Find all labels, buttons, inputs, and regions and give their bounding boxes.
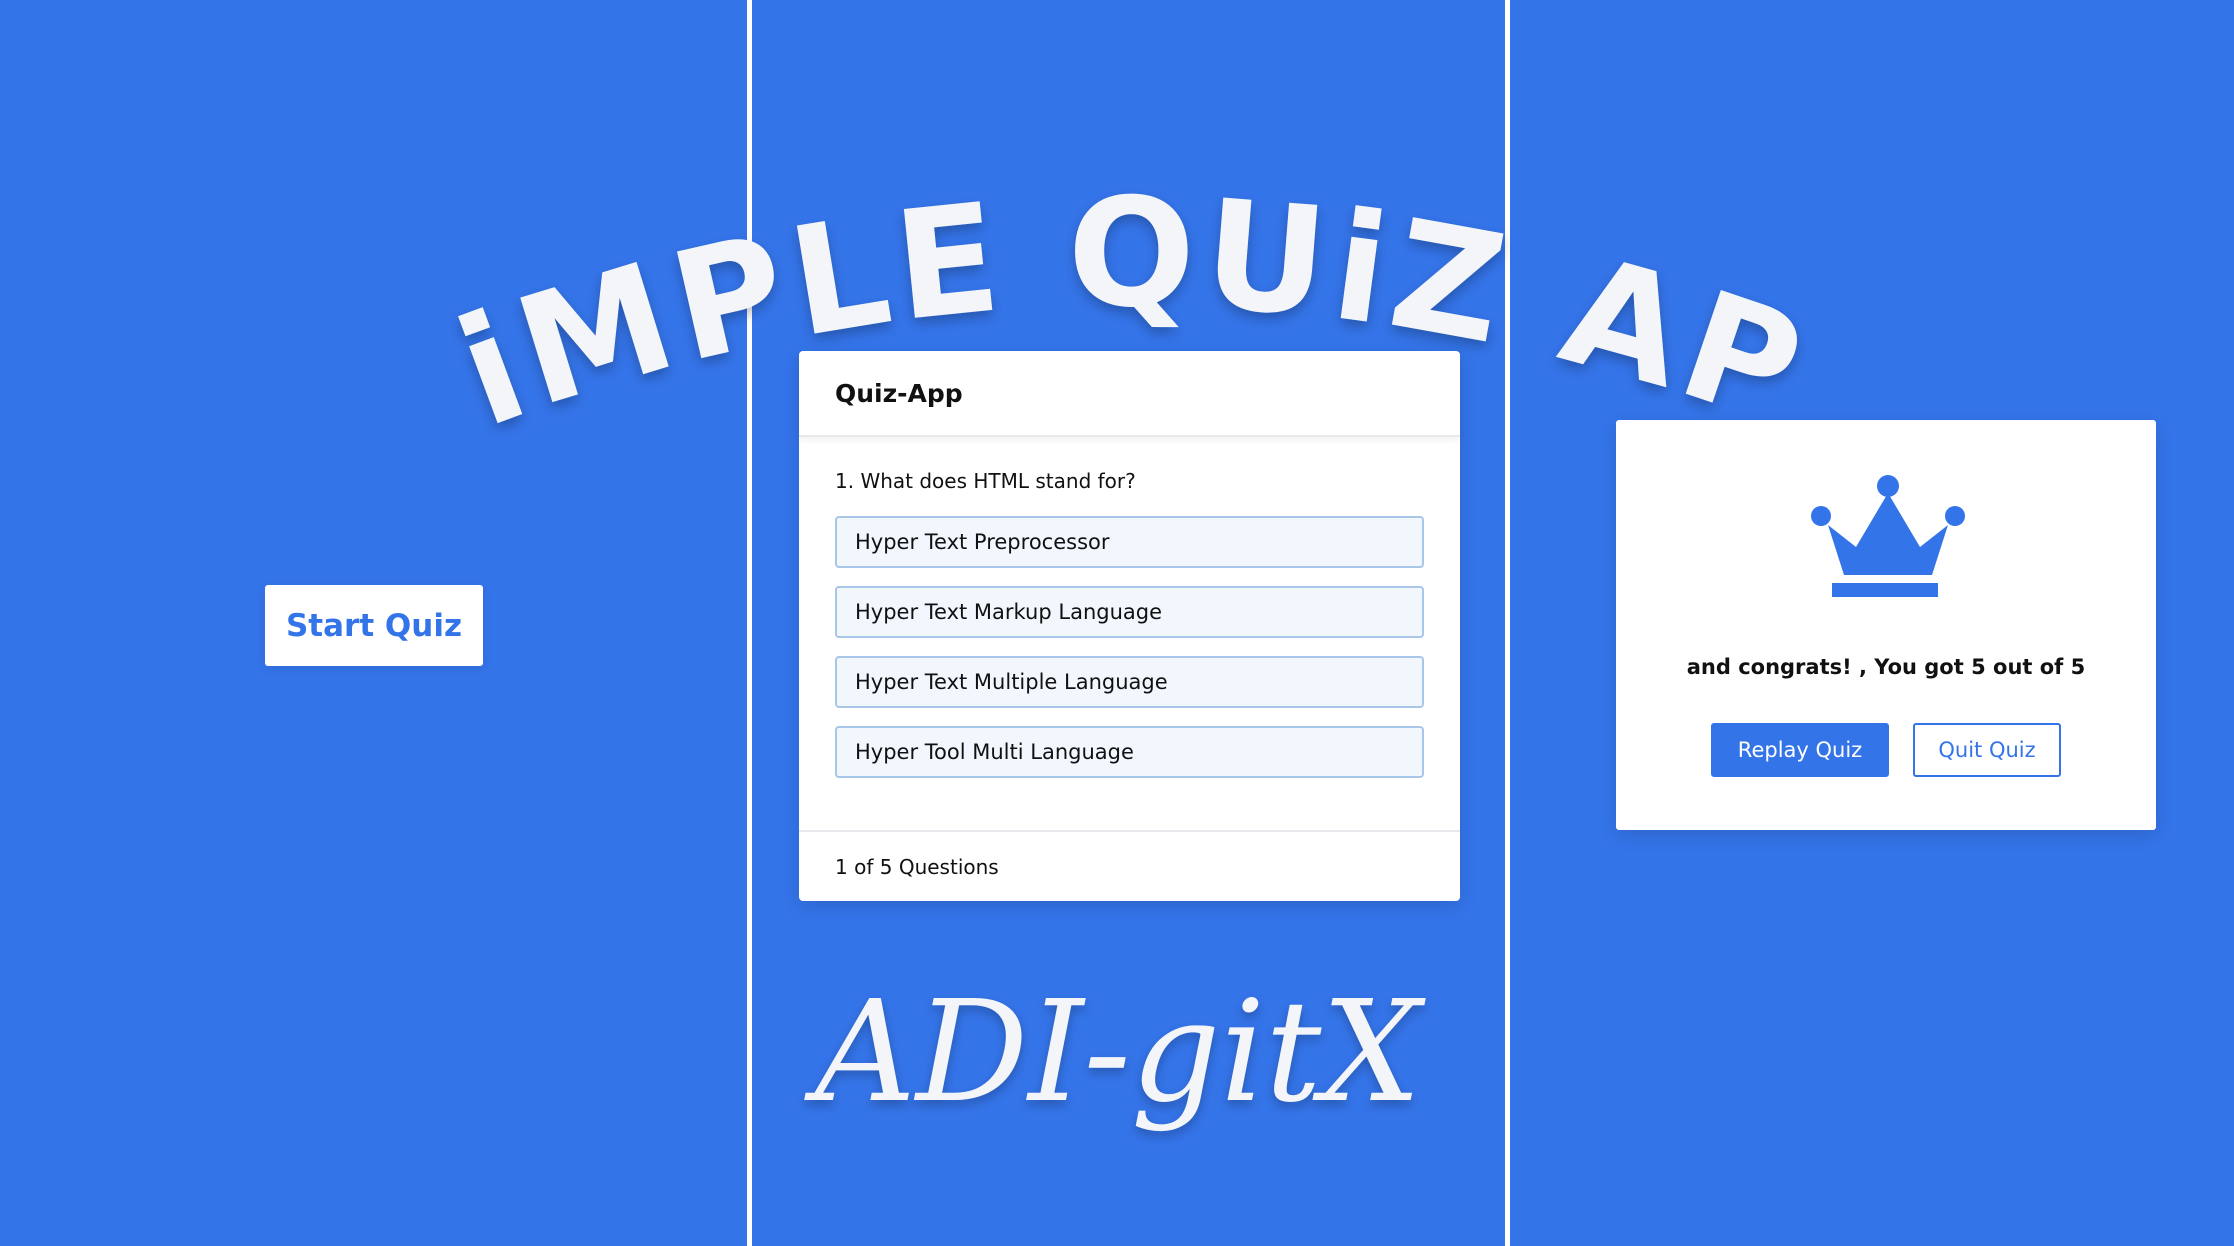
progress-total: 5 xyxy=(879,854,893,879)
answer-option-3[interactable]: Hyper Text Multiple Language xyxy=(835,656,1424,708)
result-score: 5 xyxy=(1971,655,1986,679)
quiz-body: 1. What does HTML stand for? Hyper Text … xyxy=(799,437,1460,778)
quit-quiz-button[interactable]: Quit Quiz xyxy=(1913,723,2061,777)
answer-option-label: Hyper Tool Multi Language xyxy=(855,740,1134,764)
answer-option-label: Hyper Text Preprocessor xyxy=(855,530,1110,554)
answer-option-1[interactable]: Hyper Text Preprocessor xyxy=(835,516,1424,568)
question-text: 1. What does HTML stand for? xyxy=(835,469,1136,493)
progress-of: of xyxy=(854,854,874,879)
quiz-header: Quiz-App xyxy=(799,351,1460,437)
progress-label: Questions xyxy=(898,854,999,879)
signature-logo: ADI-gitX xyxy=(804,971,1427,1134)
result-total: 5 xyxy=(2070,655,2086,679)
quiz-card: Quiz-App 1. What does HTML stand for? Hy… xyxy=(799,351,1460,901)
question-progress: 1 of 5 Questions xyxy=(799,830,1460,901)
result-card: and congrats! , You got 5 out of 5 Repla… xyxy=(1616,420,2156,830)
progress-current: 1 xyxy=(835,854,848,879)
replay-quiz-button[interactable]: Replay Quiz xyxy=(1711,723,1889,777)
answer-option-4[interactable]: Hyper Tool Multi Language xyxy=(835,726,1424,778)
crown-icon xyxy=(1811,475,1965,597)
result-prefix: and congrats! , You got xyxy=(1686,655,1964,679)
start-quiz-button[interactable]: Start Quiz xyxy=(265,585,483,666)
result-message: and congrats! , You got 5 out of 5 xyxy=(1616,655,2156,679)
signature-text: ADI-gitX xyxy=(804,971,1427,1134)
answer-option-2[interactable]: Hyper Text Markup Language xyxy=(835,586,1424,638)
result-out-of: out of xyxy=(1993,655,2064,679)
answer-option-label: Hyper Text Markup Language xyxy=(855,600,1163,624)
answer-option-label: Hyper Text Multiple Language xyxy=(855,670,1168,694)
